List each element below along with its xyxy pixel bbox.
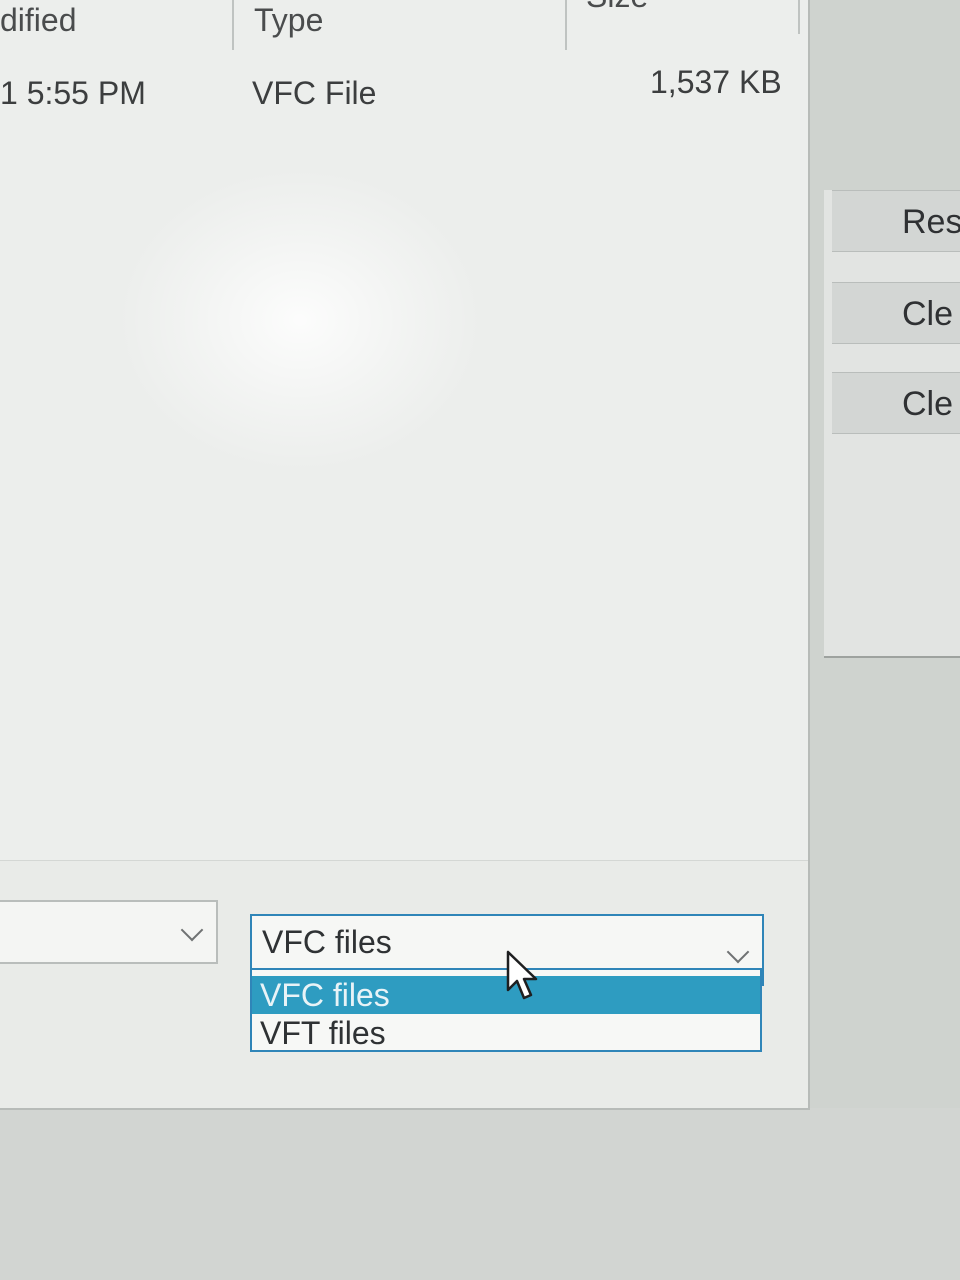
column-divider[interactable] xyxy=(232,0,234,50)
file-type-option[interactable]: VFT files xyxy=(252,1014,760,1052)
column-divider[interactable] xyxy=(565,0,567,50)
mouse-cursor-icon xyxy=(506,950,538,1000)
column-header-size[interactable]: Size xyxy=(568,0,800,44)
file-type: VFC File xyxy=(252,75,377,111)
side-panel: Res Cle Cle xyxy=(824,190,960,658)
column-header-type[interactable]: Type xyxy=(236,0,566,44)
column-header-label: Type xyxy=(254,2,324,38)
file-type-filter-value: VFC files xyxy=(262,924,392,960)
file-open-dialog: dified Type Size 1 5:55 PM VFC File 1,53… xyxy=(0,0,810,1110)
desk-background xyxy=(0,1108,960,1280)
screen-glare xyxy=(120,170,480,470)
column-header-date-modified[interactable]: dified xyxy=(0,0,234,44)
file-name-combo[interactable] xyxy=(0,900,218,964)
clear-button[interactable]: Cle xyxy=(832,372,960,434)
column-divider[interactable] xyxy=(798,0,800,34)
chevron-down-icon[interactable] xyxy=(180,918,204,942)
column-header-label: Size xyxy=(586,0,648,15)
column-header-label: dified xyxy=(0,2,77,38)
reset-button[interactable]: Res xyxy=(832,190,960,252)
file-size: 1,537 KB xyxy=(650,64,782,100)
chevron-down-icon[interactable] xyxy=(726,940,750,964)
file-list[interactable]: dified Type Size 1 5:55 PM VFC File 1,53… xyxy=(0,0,808,861)
clear-button[interactable]: Cle xyxy=(832,282,960,344)
file-date-modified: 1 5:55 PM xyxy=(0,75,146,111)
